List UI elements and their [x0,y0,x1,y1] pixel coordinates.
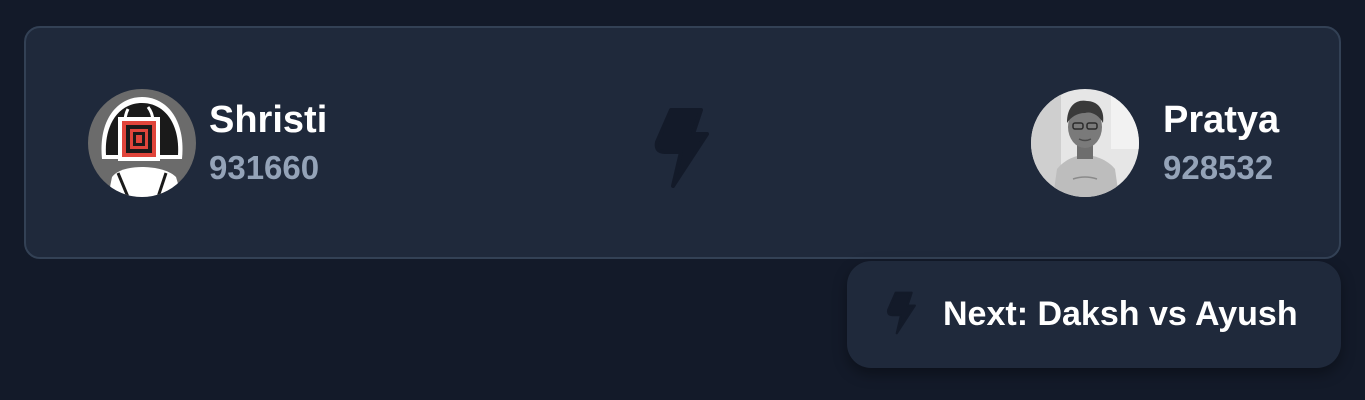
photo-avatar-icon [1031,89,1139,197]
player-score: 928532 [1163,149,1274,186]
lightning-bolt-icon [654,108,709,188]
player-info: Pratya 928532 [1163,98,1279,188]
player-score: 931660 [209,149,320,186]
pixel-art-avatar-icon [88,89,196,197]
player-name: Pratya [1163,99,1280,141]
current-match-card: Shristi 931660 Pratya 928532 [24,26,1341,259]
avatar [1031,89,1139,197]
player-name: Shristi [209,99,328,141]
avatar [88,89,196,197]
next-match-card: Next: Daksh vs Ayush [847,261,1341,368]
player-left: Shristi 931660 [88,89,327,197]
lightning-bolt-icon [886,291,916,335]
player-info: Shristi 931660 [209,98,327,188]
next-match-label: Next: Daksh vs Ayush [943,295,1298,333]
page: Shristi 931660 Pratya 928532 Next: Daksh… [0,0,1365,400]
player-right: Pratya 928532 [1031,89,1279,197]
